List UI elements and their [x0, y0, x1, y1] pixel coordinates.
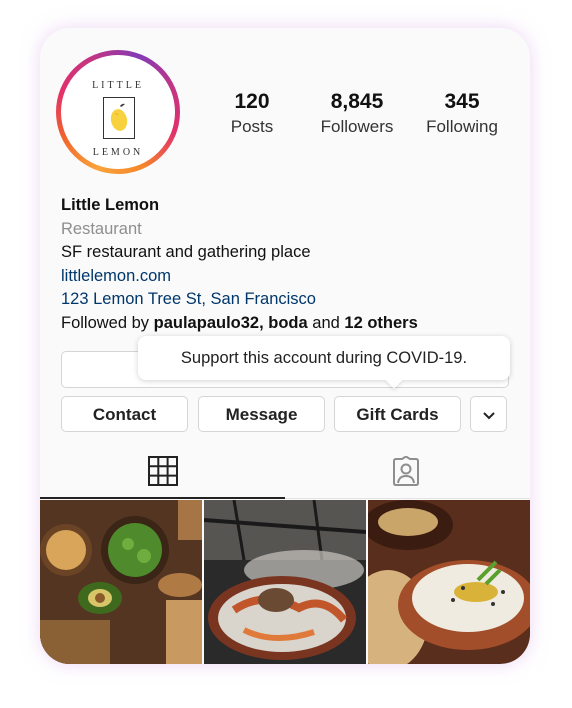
- hummus-dip-photo[interactable]: [368, 500, 530, 664]
- covid-support-tooltip: Support this account during COVID-19.: [138, 336, 510, 380]
- followed-by-prefix: Followed by: [61, 313, 150, 332]
- followed-by-others: 12 others: [344, 313, 418, 332]
- gift-cards-button[interactable]: Gift Cards: [334, 396, 461, 432]
- grid-icon[interactable]: [148, 456, 178, 491]
- followed-by-users: paulapaulo32, boda: [153, 313, 308, 332]
- followed-by[interactable]: Followed by paulapaulo32, boda and 12 ot…: [61, 312, 418, 336]
- posts-count: 120: [234, 90, 270, 113]
- active-tab-indicator: [40, 497, 285, 499]
- following-stat[interactable]: 345 Following: [416, 90, 508, 137]
- logo-text-top: LITTLE: [92, 80, 144, 91]
- profile-card: LITTLE LEMON 120 Posts 8,845 Followers 3…: [40, 28, 530, 664]
- grilled-seafood-photo[interactable]: [204, 500, 366, 664]
- message-button[interactable]: Message: [198, 396, 325, 432]
- followed-by-and: and: [312, 313, 340, 332]
- profile-avatar[interactable]: LITTLE LEMON: [56, 50, 180, 174]
- bio-text: SF restaurant and gathering place: [61, 243, 311, 261]
- more-options-button[interactable]: [470, 396, 507, 432]
- address-link[interactable]: 123 Lemon Tree St, San Francisco: [61, 288, 418, 312]
- profile-name: Little Lemon: [61, 196, 160, 214]
- contact-button[interactable]: Contact: [61, 396, 188, 432]
- profile-bio: Little Lemon Restaurant SF restaurant an…: [61, 194, 418, 335]
- followers-label: Followers: [320, 117, 394, 136]
- posts-stat[interactable]: 120 Posts: [222, 90, 282, 137]
- profile-category: Restaurant: [61, 219, 142, 238]
- chickpeas-and-avocado-photo[interactable]: [40, 500, 202, 664]
- tagged-icon[interactable]: [391, 455, 421, 491]
- logo: LITTLE LEMON: [61, 55, 175, 169]
- logo-text-bottom: LEMON: [92, 147, 144, 158]
- photo-grid: [40, 500, 530, 664]
- followers-stat[interactable]: 8,845 Followers: [312, 90, 402, 137]
- chevron-down-icon: [482, 411, 495, 419]
- website-link[interactable]: littlelemon.com: [61, 265, 418, 289]
- lemon-icon: [103, 97, 135, 139]
- following-label: Following: [426, 117, 498, 136]
- following-count: 345: [444, 90, 480, 113]
- followers-count: 8,845: [330, 90, 384, 113]
- posts-label: Posts: [230, 117, 274, 136]
